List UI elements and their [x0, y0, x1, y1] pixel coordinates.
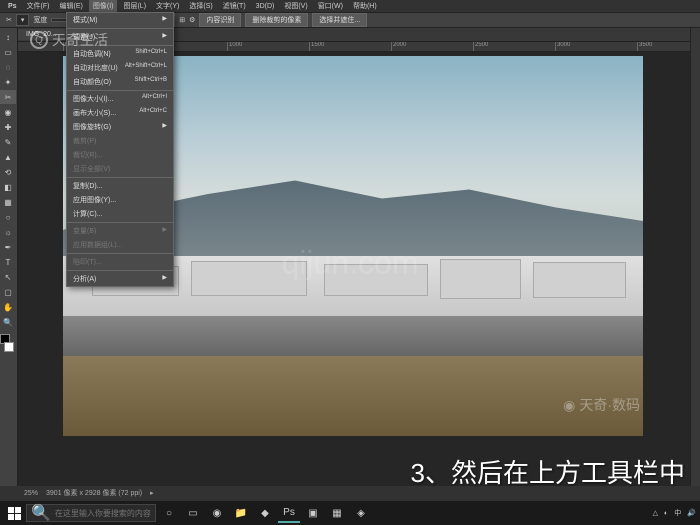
tray-icon[interactable]: ◐	[664, 510, 668, 517]
tool-stamp[interactable]: ▲	[0, 150, 16, 164]
app-icon-4[interactable]: ◈	[350, 503, 372, 523]
taskbar-search[interactable]: 🔍	[26, 504, 156, 522]
menu-item-16[interactable]: 应用图像(Y)...	[67, 193, 173, 207]
start-button[interactable]	[4, 503, 24, 523]
search-input[interactable]	[55, 509, 165, 518]
menu-5[interactable]: 选择(S)	[185, 0, 216, 12]
taskbar: 🔍 ○ ▭ ◉ 📁 ◆ Ps ▣ ▦ ◈ △ ◐ 中 🔊	[0, 501, 700, 525]
image-menu-dropdown: 模式(M)▶调整(J)▶自动色调(N)Shift+Ctrl+L自动对比度(U)A…	[66, 12, 174, 287]
tool-shape[interactable]: ▢	[0, 285, 16, 299]
edge-icon[interactable]: ◉	[206, 503, 228, 523]
photoshop-taskbar[interactable]: Ps	[278, 503, 300, 523]
tool-path[interactable]: ↖	[0, 270, 16, 284]
tool-hand[interactable]: ✋	[0, 300, 16, 314]
menu-item-11: 裁剪(P)	[67, 134, 173, 148]
tool-patch[interactable]: ✚	[0, 120, 16, 134]
crop-icon: ✂	[6, 16, 12, 24]
menu-item-19: 变量(B)▶	[67, 224, 173, 238]
photo-foreground	[63, 356, 643, 436]
menu-2[interactable]: 图像(I)	[89, 0, 118, 12]
tray-icon[interactable]: △	[653, 509, 658, 517]
menu-6[interactable]: 滤镜(T)	[219, 0, 250, 12]
app-icon-2[interactable]: ▣	[302, 503, 324, 523]
menu-10[interactable]: 帮助(H)	[349, 0, 381, 12]
tool-pen[interactable]: ✒	[0, 240, 16, 254]
menu-7[interactable]: 3D(D)	[252, 2, 279, 11]
content-aware-button[interactable]: 内容识别	[199, 13, 241, 27]
tool-crop[interactable]: ✂	[0, 90, 16, 104]
menu-item-6[interactable]: 自动颜色(O)Shift+Ctrl+B	[67, 75, 173, 89]
menu-item-20: 应用数据组(L)...	[67, 238, 173, 252]
menu-item-22: 陷印(T)...	[67, 255, 173, 269]
tool-zoom[interactable]: 🔍	[0, 315, 16, 329]
menu-item-0[interactable]: 模式(M)▶	[67, 13, 173, 27]
tool-brush[interactable]: ✎	[0, 135, 16, 149]
tool-text[interactable]: T	[0, 255, 16, 269]
app-icon-3[interactable]: ▦	[326, 503, 348, 523]
tool-eraser[interactable]: ◧	[0, 180, 16, 194]
watermark-bottom: ◉ 天奇·数码	[563, 395, 640, 415]
search-icon: Q	[30, 31, 48, 49]
zoom-level[interactable]: 25%	[24, 490, 38, 497]
watermark-top: Q 天奇生活	[30, 30, 108, 50]
tool-dodge[interactable]: ☼	[0, 225, 16, 239]
statusbar: 25% 3901 像素 x 2928 像素 (72 ppi) ▸	[18, 486, 160, 500]
menu-1[interactable]: 编辑(E)	[56, 0, 87, 12]
tool-move[interactable]: ↕	[0, 30, 16, 44]
tool-marquee[interactable]: ▭	[0, 45, 16, 59]
menu-4[interactable]: 文字(Y)	[152, 0, 183, 12]
menu-8[interactable]: 视图(V)	[280, 0, 311, 12]
select-mask-button[interactable]: 选择并遮住...	[312, 13, 367, 27]
menu-item-10[interactable]: 图像旋转(G)▶	[67, 120, 173, 134]
tray-icon[interactable]: 🔊	[687, 509, 696, 517]
menu-item-17[interactable]: 计算(C)...	[67, 207, 173, 221]
app-icon-1[interactable]: ◆	[254, 503, 276, 523]
tool-history[interactable]: ⟲	[0, 165, 16, 179]
toolbox: ↕▭◌✦✂◉✚✎▲⟲◧▦○☼✒T↖▢✋🔍	[0, 28, 18, 486]
chevron-right-icon[interactable]: ▸	[150, 489, 154, 497]
grid-icon[interactable]: ⊞	[179, 16, 185, 24]
menu-9[interactable]: 窗口(W)	[314, 0, 347, 12]
system-tray[interactable]: △ ◐ 中 🔊	[653, 508, 696, 518]
menu-item-5[interactable]: 自动对比度(U)Alt+Shift+Ctrl+L	[67, 61, 173, 75]
gear-icon[interactable]: ⚙	[189, 16, 195, 24]
right-panels[interactable]	[690, 28, 700, 486]
menu-item-8[interactable]: 图像大小(I)...Alt+Ctrl+I	[67, 92, 173, 106]
cortana-icon[interactable]: ○	[158, 503, 180, 523]
menu-item-15[interactable]: 复制(D)...	[67, 179, 173, 193]
color-swatches[interactable]	[0, 334, 16, 352]
tool-gradient[interactable]: ▦	[0, 195, 16, 209]
menu-item-9[interactable]: 画布大小(S)...Alt+Ctrl+C	[67, 106, 173, 120]
delete-pixels-button[interactable]: 删除裁剪的像素	[245, 13, 308, 27]
menu-item-24[interactable]: 分析(A)▶	[67, 272, 173, 286]
menu-0[interactable]: 文件(F)	[23, 0, 54, 12]
menubar: Ps文件(F)编辑(E)图像(I)图层(L)文字(Y)选择(S)滤镜(T)3D(…	[0, 0, 700, 12]
tutorial-caption: 3、然后在上方工具栏中	[411, 453, 685, 490]
tray-icon[interactable]: 中	[674, 508, 681, 518]
tool-eyedrop[interactable]: ◉	[0, 105, 16, 119]
watermark-center: qijun.com	[282, 244, 419, 281]
tool-wand[interactable]: ✦	[0, 75, 16, 89]
windows-icon	[8, 507, 21, 520]
menu-item-12: 裁切(R)...	[67, 148, 173, 162]
photo-road	[63, 316, 643, 356]
menu-3[interactable]: 图层(L)	[119, 0, 150, 12]
explorer-icon[interactable]: 📁	[230, 503, 252, 523]
ratio-select[interactable]: ▾	[16, 14, 30, 26]
taskview-icon[interactable]: ▭	[182, 503, 204, 523]
ps-logo: Ps	[4, 2, 21, 11]
tool-lasso[interactable]: ◌	[0, 60, 16, 74]
width-label: 宽度	[33, 15, 47, 25]
doc-info: 3901 像素 x 2928 像素 (72 ppi)	[46, 488, 142, 498]
menu-item-13: 显示全部(V)	[67, 162, 173, 176]
tool-blur[interactable]: ○	[0, 210, 16, 224]
logo-icon: ◉	[563, 397, 575, 414]
search-icon: 🔍	[31, 503, 51, 523]
